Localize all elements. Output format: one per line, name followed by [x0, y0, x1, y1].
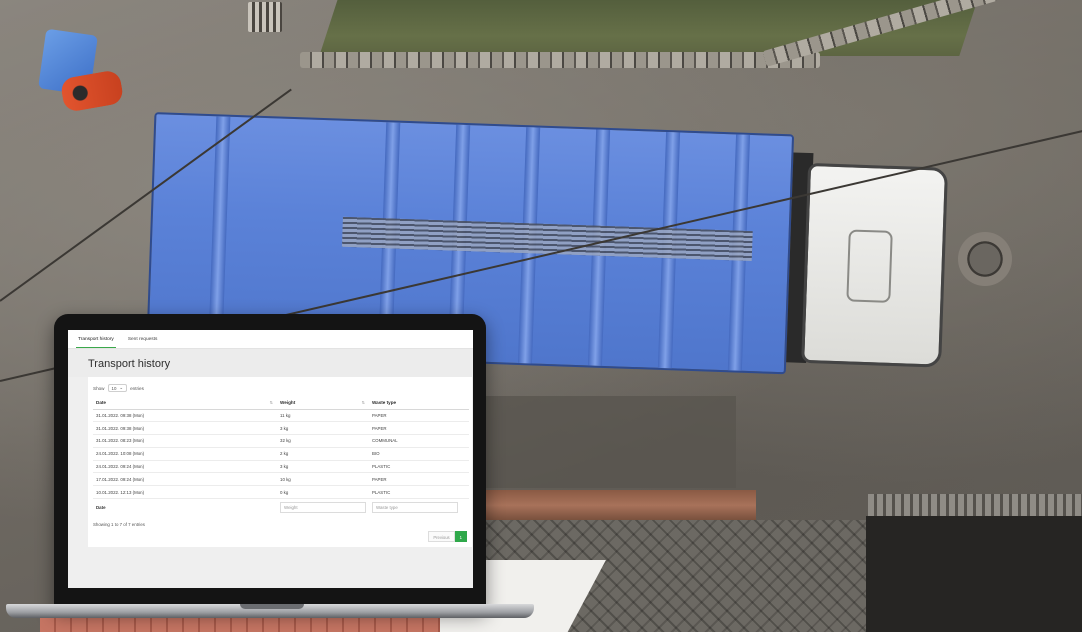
page-length-value: 10 — [111, 385, 117, 391]
cell-weight: 2 kg — [277, 447, 369, 461]
tab-transport-history[interactable]: Transport history — [76, 330, 116, 348]
roof-gutter — [486, 490, 756, 524]
drain-grate — [248, 2, 282, 32]
chevron-down-icon: ⌄ — [119, 385, 124, 390]
sort-icon: ⇅ — [269, 400, 273, 405]
table-row: 10.01.2022. 12:13 (Mon) 0 kg PLASTIC — [93, 485, 469, 500]
manhole — [958, 232, 1012, 286]
cell-date: 31.01.2022. 08:23 (Mon) — [93, 434, 277, 448]
cell-weight: 11 kg — [277, 409, 369, 423]
filter-waste-type-cell: Waste type — [369, 499, 469, 516]
pagination: Previous 1 — [428, 531, 467, 542]
cell-date: 17.01.2022. 09:24 (Mon) — [93, 472, 277, 487]
cell-waste-type: PAPER — [369, 421, 469, 436]
cell-waste-type: COMMUNAL — [369, 434, 469, 448]
cell-date: 24.01.2022. 09:24 (Mon) — [93, 460, 277, 474]
tab-sent-requests[interactable]: Sent requests — [126, 330, 160, 348]
cell-weight: 3 kg — [277, 421, 369, 436]
entries-label: entries — [130, 385, 144, 391]
cell-weight: 0 kg — [277, 485, 369, 500]
table-row: 24.01.2022. 10:08 (Mon) 2 kg BIO — [93, 447, 469, 461]
column-header-date[interactable]: Date ⇅ — [93, 397, 277, 410]
tab-bar: Transport history Sent requests — [68, 330, 473, 349]
cell-waste-type: PAPER — [369, 472, 469, 487]
column-label: Date — [96, 400, 106, 406]
table-row: 24.01.2022. 09:24 (Mon) 3 kg PLASTIC — [93, 460, 469, 474]
cell-waste-type: PLASTIC — [369, 460, 469, 474]
show-label: Show — [93, 385, 105, 391]
page-length-select[interactable]: 10 ⌄ — [107, 384, 128, 392]
concrete-slab — [486, 396, 736, 488]
transport-history-table: Date ⇅ Weight ⇅ Waste type 31.01.2022. 0… — [93, 397, 469, 516]
table-row: 31.01.2022. 08:23 (Mon) 32 kg COMMUNAL — [93, 434, 469, 448]
filter-date-label: Date — [96, 504, 106, 510]
roof-hatch — [846, 229, 893, 303]
table-row: 31.01.2022. 09:38 (Mon) 3 kg PAPER — [93, 421, 469, 436]
laptop-notch — [240, 604, 304, 609]
filter-row: Date Weight Waste type — [93, 499, 469, 516]
cell-date: 10.01.2022. 12:13 (Mon) — [93, 485, 277, 500]
page-length-control: Show 10 ⌄ entries — [93, 383, 467, 393]
cell-waste-type: PLASTIC — [369, 485, 469, 500]
cell-weight: 3 kg — [277, 460, 369, 474]
cell-date: 31.01.2022. 09:38 (Mon) — [93, 421, 277, 436]
table-header-row: Date ⇅ Weight ⇅ Waste type — [93, 397, 469, 410]
waste-type-filter-input[interactable]: Waste type — [372, 501, 458, 513]
weight-filter-input[interactable]: Weight — [280, 501, 366, 513]
cell-waste-type: PAPER — [369, 409, 469, 423]
column-label: Waste type — [372, 400, 397, 406]
page-1-button[interactable]: 1 — [454, 531, 467, 542]
dark-roof — [866, 516, 1082, 632]
laptop-screen: Transport history Sent requests Transpor… — [68, 330, 473, 588]
sort-icon: ⇅ — [361, 400, 365, 405]
page-title: Transport history — [68, 349, 473, 377]
history-table-card: Show 10 ⌄ entries Date ⇅ Weight ⇅ Waste … — [88, 377, 472, 547]
cell-waste-type: BIO — [369, 447, 469, 461]
table-info: Showing 1 to 7 of 7 entries — [93, 521, 145, 527]
table-row: 17.01.2022. 09:24 (Mon) 10 kg PAPER — [93, 472, 469, 487]
column-label: Weight — [280, 400, 296, 406]
cell-weight: 10 kg — [277, 472, 369, 487]
cell-weight: 32 kg — [277, 434, 369, 448]
column-header-waste-type[interactable]: Waste type — [369, 397, 469, 410]
stone-wall — [300, 52, 820, 68]
column-header-weight[interactable]: Weight ⇅ — [277, 397, 369, 410]
cell-date: 31.01.2022. 09:38 (Mon) — [93, 409, 277, 423]
table-row: 31.01.2022. 09:38 (Mon) 11 kg PAPER — [93, 409, 469, 423]
filter-weight-cell: Weight — [277, 499, 369, 516]
truck-cab — [801, 162, 949, 368]
cell-date: 24.01.2022. 10:08 (Mon) — [93, 447, 277, 461]
previous-button[interactable]: Previous — [428, 531, 455, 542]
